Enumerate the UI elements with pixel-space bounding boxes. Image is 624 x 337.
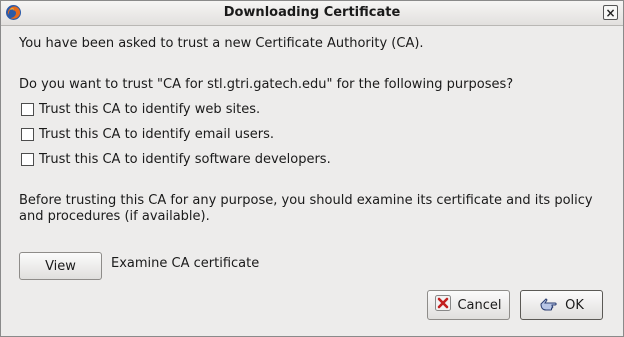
cancel-x-icon [435, 295, 452, 315]
close-icon[interactable]: × [603, 5, 618, 20]
view-button-label: View [45, 258, 76, 274]
intro-text: You have been asked to trust a new Certi… [19, 36, 424, 51]
view-caption: Examine CA certificate [111, 256, 260, 271]
email-users-label[interactable]: Trust this CA to identify email users. [39, 127, 274, 142]
web-sites-label[interactable]: Trust this CA to identify web sites. [39, 102, 260, 117]
advice-text: Before trusting this CA for any purpose,… [19, 193, 593, 224]
purpose-email-users[interactable]: Trust this CA to identify email users. [21, 126, 274, 142]
cancel-button-label: Cancel [457, 297, 502, 313]
email-users-checkbox[interactable] [21, 127, 34, 141]
window-title: Downloading Certificate [223, 5, 401, 20]
purpose-software-developers[interactable]: Trust this CA to identify software devel… [21, 151, 331, 167]
ok-hand-icon [539, 295, 559, 315]
question-text: Do you want to trust "CA for stl.gtri.ga… [19, 77, 514, 92]
certificate-dialog: Downloading Certificate × You have been … [0, 0, 624, 337]
purpose-web-sites[interactable]: Trust this CA to identify web sites. [21, 101, 260, 117]
view-button[interactable]: View [19, 252, 102, 280]
software-developers-label[interactable]: Trust this CA to identify software devel… [39, 152, 331, 167]
web-sites-checkbox[interactable] [21, 102, 34, 116]
software-developers-checkbox[interactable] [21, 152, 34, 166]
title-bar[interactable]: Downloading Certificate × [1, 1, 623, 26]
ok-button[interactable]: OK [520, 290, 603, 320]
cancel-button[interactable]: Cancel [427, 290, 510, 320]
ok-button-label: OK [565, 297, 584, 313]
